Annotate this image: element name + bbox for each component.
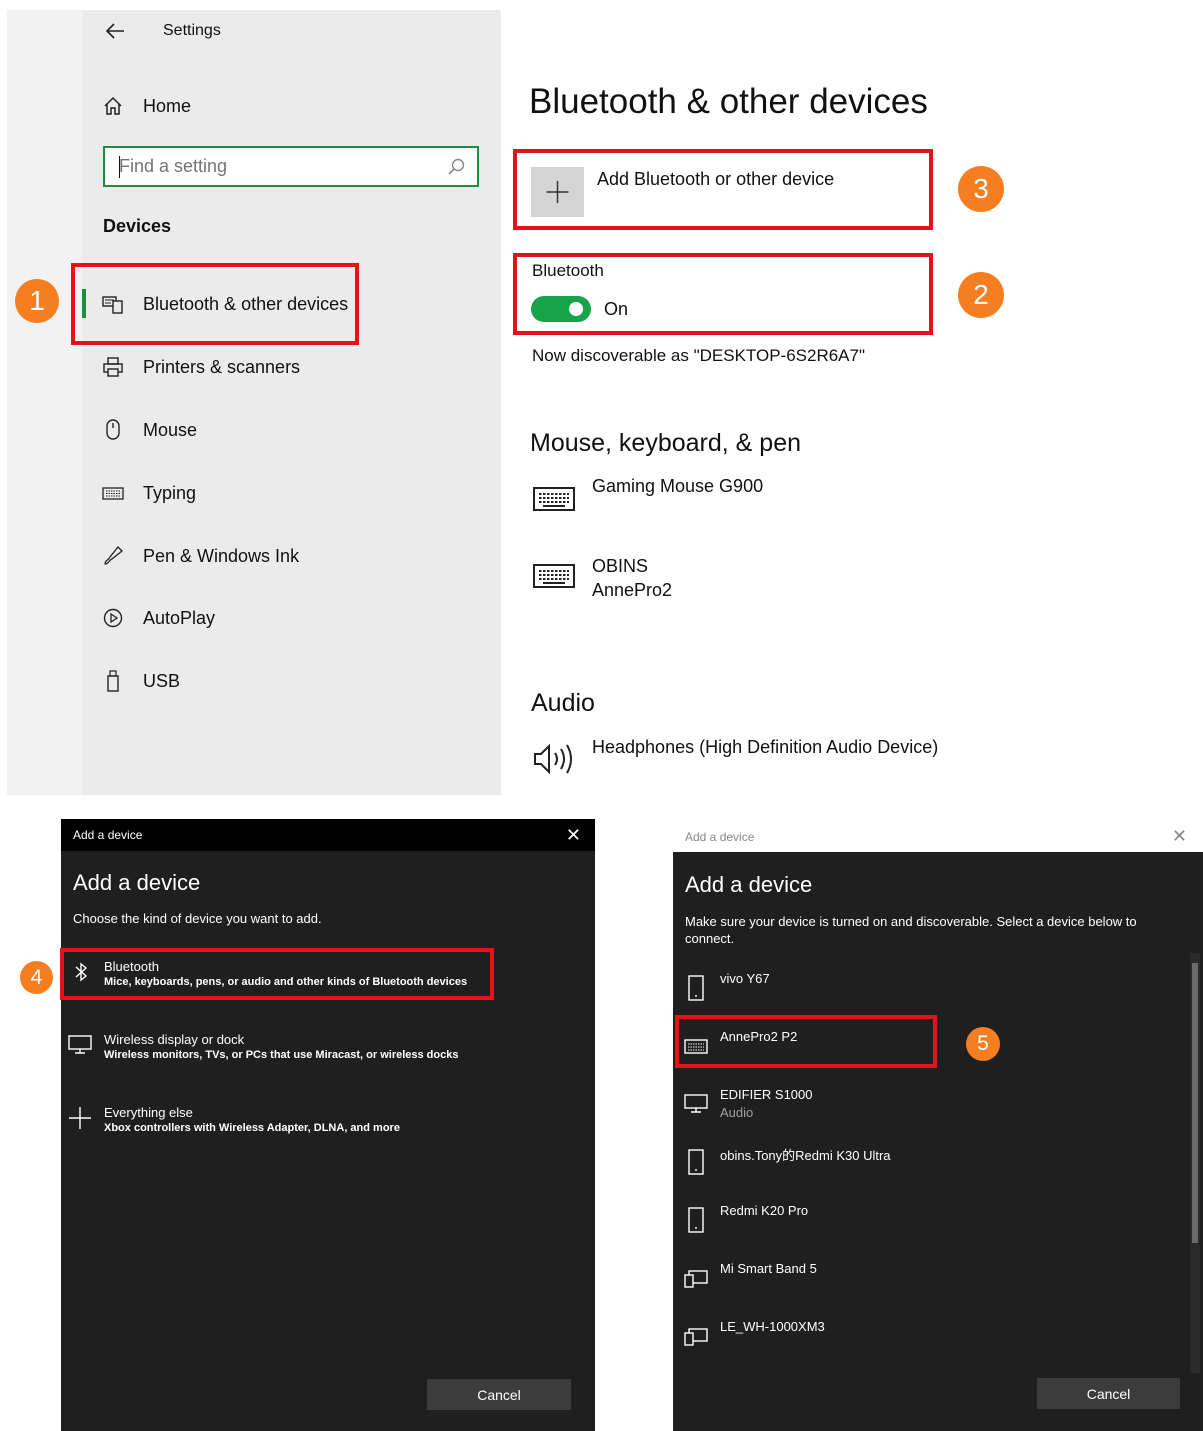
device-subname: AnnePro2	[592, 580, 673, 600]
option-title: Everything else	[104, 1105, 193, 1120]
phone-icon	[683, 1147, 709, 1177]
highlight-box-4	[60, 948, 494, 1000]
step-badge-5: 5	[966, 1027, 1000, 1061]
add-device-dialog-1: Add a device ✕ Add a device Choose the k…	[61, 819, 595, 1431]
device-name: obins.Tony的Redmi K30 Ultra	[720, 1148, 891, 1163]
nav-usb[interactable]: USB	[100, 661, 180, 701]
dialog-title-text: Add a device	[73, 828, 143, 842]
audio-section-title: Audio	[531, 689, 595, 717]
highlight-box-2	[513, 253, 933, 335]
nav-label: Mouse	[143, 419, 198, 440]
device-name: vivo Y67	[720, 971, 770, 986]
search-icon[interactable]	[447, 157, 467, 177]
cancel-button[interactable]: Cancel	[1037, 1378, 1180, 1409]
close-icon[interactable]: ✕	[1172, 826, 1187, 847]
device-row[interactable]: obins.Tony的Redmi K30 Ultra	[673, 1145, 1203, 1185]
option-desc: Xbox controllers with Wireless Adapter, …	[104, 1122, 400, 1134]
nav-label: USB	[143, 670, 181, 691]
highlight-box-5	[675, 1015, 937, 1068]
nav-label: Typing	[143, 482, 197, 503]
mouse-section-title: Mouse, keyboard, & pen	[530, 429, 801, 457]
device-subtext: Audio	[720, 1105, 754, 1120]
highlight-box-3	[513, 149, 933, 230]
device-name[interactable]: Headphones (High Definition Audio Device…	[592, 737, 938, 758]
step-badge-4: 4	[20, 961, 53, 994]
option-everything-else[interactable]: Everything else Xbox controllers with Wi…	[61, 1100, 581, 1142]
device-row[interactable]: LE_WH-1000XM3	[673, 1319, 1203, 1359]
dialog-subtitle: Make sure your device is turned on and d…	[685, 914, 1137, 946]
option-title: Wireless display or dock	[104, 1032, 245, 1047]
pen-icon	[100, 543, 126, 569]
dialog-subtitle: Choose the kind of device you want to ad…	[73, 911, 322, 926]
option-wireless-display[interactable]: Wireless display or dock Wireless monito…	[61, 1027, 581, 1069]
nav-mouse[interactable]: Mouse	[100, 410, 197, 450]
dialog-title-bar: Add a device	[673, 821, 1203, 852]
step-badge-1: 1	[15, 279, 59, 323]
dialog-title-text: Add a device	[685, 829, 755, 844]
keyboard-icon	[531, 484, 577, 514]
step-badge-3: 3	[958, 166, 1004, 212]
home-icon	[100, 93, 126, 119]
device-name: LE_WH-1000XM3	[720, 1319, 825, 1334]
page-title: Bluetooth & other devices	[529, 82, 928, 121]
nav-label: Pen & Windows Ink	[143, 545, 300, 566]
back-arrow-icon[interactable]	[104, 18, 128, 44]
home-nav-item[interactable]: Home	[100, 86, 191, 126]
nav-label: Printers & scanners	[143, 356, 301, 377]
option-desc: Wireless monitors, TVs, or PCs that use …	[104, 1049, 459, 1061]
device-row[interactable]: Mi Smart Band 5	[673, 1261, 1203, 1301]
home-label: Home	[143, 95, 192, 116]
speaker-icon	[531, 740, 581, 778]
device-name[interactable]: Gaming Mouse G900	[592, 476, 763, 497]
nav-label: AutoPlay	[143, 607, 216, 628]
search-input[interactable]	[119, 153, 439, 179]
device-name: Redmi K20 Pro	[720, 1203, 809, 1218]
devices-icon	[683, 1321, 709, 1351]
device-name: Mi Smart Band 5	[720, 1261, 817, 1276]
device-name: EDIFIER S1000	[720, 1087, 813, 1102]
autoplay-icon	[100, 605, 126, 631]
devices-icon	[683, 1263, 709, 1293]
mouse-icon	[100, 417, 126, 443]
device-name[interactable]: OBINS	[592, 556, 648, 577]
nav-pen-windows-ink[interactable]: Pen & Windows Ink	[100, 536, 299, 576]
monitor-icon	[67, 1033, 93, 1055]
nav-typing[interactable]: Typing	[100, 473, 196, 513]
device-row[interactable]: vivo Y67	[673, 971, 1203, 1011]
monitor-icon	[683, 1089, 709, 1119]
scrollbar-thumb[interactable]	[1192, 963, 1198, 1243]
device-row[interactable]: Redmi K20 Pro	[673, 1203, 1203, 1243]
cancel-button[interactable]: Cancel	[427, 1379, 571, 1410]
phone-icon	[683, 973, 709, 1003]
scrollbar[interactable]	[1190, 953, 1200, 1373]
dialog-heading: Add a device	[73, 870, 201, 895]
step-badge-2: 2	[958, 272, 1004, 318]
sidebar-strip	[7, 10, 82, 795]
section-label: Devices	[103, 216, 172, 236]
close-icon[interactable]: ✕	[566, 825, 581, 846]
search-box[interactable]	[103, 146, 479, 187]
printer-icon	[100, 354, 126, 380]
discoverable-text: Now discoverable as "DESKTOP-6S2R6A7"	[532, 346, 866, 365]
keyboard-icon	[531, 561, 577, 591]
device-row[interactable]: EDIFIER S1000 Audio	[673, 1087, 1203, 1127]
plus-icon	[67, 1105, 93, 1131]
nav-autoplay[interactable]: AutoPlay	[100, 598, 215, 638]
phone-icon	[683, 1205, 709, 1235]
usb-icon	[100, 668, 126, 694]
window-title: Settings	[163, 22, 221, 39]
dialog-heading: Add a device	[685, 872, 813, 897]
dialog-title-bar: Add a device	[61, 819, 595, 851]
nav-printers-scanners[interactable]: Printers & scanners	[100, 347, 300, 387]
keyboard-icon	[100, 480, 126, 506]
highlight-box-1	[71, 263, 359, 345]
add-device-dialog-2: Add a device ✕ Add a device Make sure yo…	[673, 821, 1203, 1431]
